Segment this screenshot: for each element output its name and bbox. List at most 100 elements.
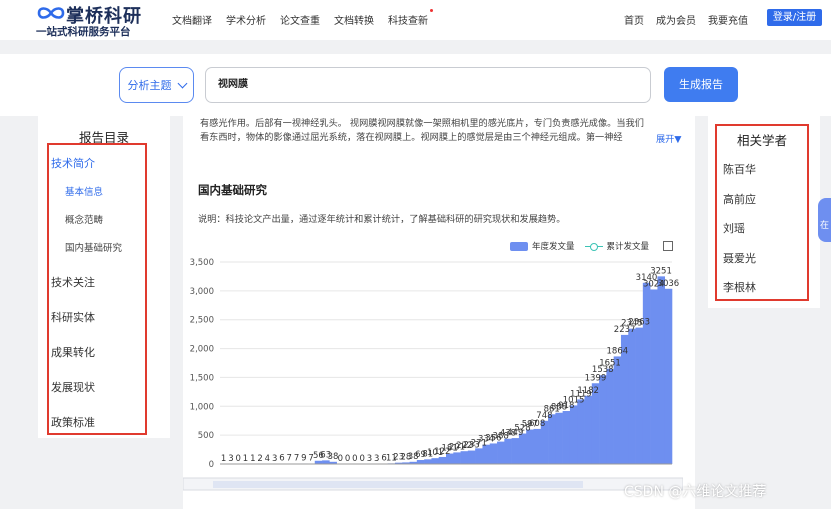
side-float-tab[interactable]: 在 xyxy=(818,198,831,242)
bar xyxy=(489,443,498,464)
publication-bar-chart: 05001,0001,5002,0002,5003,0003,5001 3 0 1 1 2… xyxy=(183,258,683,491)
topic-select[interactable]: 分析主题 xyxy=(119,67,194,103)
bar-value-label: 9 xyxy=(301,453,306,463)
bar xyxy=(526,429,534,464)
search-bar: 分析主题 视网膜 生成报告 xyxy=(0,54,831,116)
scholar-highlight-box xyxy=(715,124,809,301)
nav-novelty-label: 科技查新 xyxy=(388,16,428,27)
y-tick-label: 2,000 xyxy=(190,345,214,355)
section-title: 国内基础研究 xyxy=(198,183,267,197)
bar-value-label: 4 xyxy=(265,454,270,464)
legend-bar-swatch[interactable] xyxy=(510,241,528,251)
generate-report-button[interactable]: 生成报告 xyxy=(664,67,738,102)
scholar-title: 相关学者 xyxy=(736,133,787,148)
toc-item-research-entity[interactable]: 科研实体 xyxy=(51,309,95,325)
legend-line-swatch[interactable] xyxy=(584,242,603,251)
scholar-item[interactable]: 聂爱光 xyxy=(723,250,756,266)
nav-translate[interactable]: 文档翻译 xyxy=(172,12,212,27)
toc-item-transfer[interactable]: 成果转化 xyxy=(51,344,95,360)
toc-item-tech-intro[interactable]: 技术简介 xyxy=(51,155,95,171)
bar xyxy=(628,328,636,464)
bar-value-label: 3251 xyxy=(650,266,672,276)
main-nav: 文档翻译 学术分析 论文查重 文档转换 科技查新 xyxy=(172,9,442,27)
toc-item-status[interactable]: 发展现状 xyxy=(51,379,95,395)
bar-value-label: 3 xyxy=(367,454,372,464)
bar xyxy=(569,405,578,464)
bar xyxy=(657,276,666,464)
toc-item-tech-focus[interactable]: 技术关注 xyxy=(51,274,95,290)
bar xyxy=(606,368,614,464)
scholar-item[interactable]: 高前应 xyxy=(723,191,756,207)
bar xyxy=(504,438,512,464)
bar xyxy=(642,282,651,464)
login-register-button[interactable]: 登录/注册 xyxy=(767,9,822,26)
legend-cumulative[interactable]: 累计发文量 xyxy=(607,240,650,252)
legend-annual[interactable]: 年度发文量 xyxy=(532,240,575,252)
scholar-item[interactable]: 李根林 xyxy=(723,279,756,295)
bar xyxy=(511,438,520,464)
nav-home[interactable]: 首页 xyxy=(624,12,644,27)
toc-sub-concept[interactable]: 概念范畴 xyxy=(65,212,103,226)
scholar-item[interactable]: 陈百华 xyxy=(723,161,756,177)
bar xyxy=(613,356,622,464)
nav-plagiarism-check[interactable]: 论文查重 xyxy=(280,12,320,27)
bar xyxy=(635,327,644,464)
bar-value-label: 0 xyxy=(345,454,350,464)
top-navbar: 掌桥科研 一站式科研服务平台 文档翻译 学术分析 论文查重 文档转换 科技查新 … xyxy=(0,0,831,40)
y-tick-label: 3,000 xyxy=(190,287,214,297)
toc-sub-basic-info[interactable]: 基本信息 xyxy=(65,184,103,198)
toc-sub-domestic-research[interactable]: 国内基础研究 xyxy=(65,240,122,254)
nav-academic-analysis[interactable]: 学术分析 xyxy=(226,12,266,27)
nav-novelty-search[interactable]: 科技查新 xyxy=(388,9,433,27)
nav-doc-convert[interactable]: 文档转换 xyxy=(334,12,374,27)
y-tick-label: 2,500 xyxy=(190,316,214,326)
bar xyxy=(548,414,556,464)
bar-value-label: 7 xyxy=(294,454,299,464)
bar xyxy=(518,433,527,464)
watermark: CSDN @六维论文推荐 xyxy=(624,484,767,500)
bar-value-label: 1 xyxy=(243,454,248,464)
bar-value-label: 0 xyxy=(338,454,343,464)
bar-value-label: 3 xyxy=(228,454,233,464)
nav-membership[interactable]: 成为会员 xyxy=(656,12,696,27)
bar xyxy=(562,411,571,464)
bar-value-label: 1182 xyxy=(577,386,599,396)
y-tick-label: 1,500 xyxy=(190,373,214,383)
user-nav: 首页 成为会员 我要充值 xyxy=(624,12,760,27)
logo-tagline: 一站式科研服务平台 xyxy=(36,26,131,38)
scholar-item[interactable]: 刘瑶 xyxy=(723,220,745,236)
expand-link[interactable]: 展开▼ xyxy=(656,131,681,145)
intro-line-2: 看东西时，物体的影像通过屈光系统，落在视网膜上。视网膜上的感觉层是由三个神经元组… xyxy=(200,132,623,143)
y-tick-label: 0 xyxy=(209,460,214,470)
y-tick-label: 1,000 xyxy=(190,402,214,412)
save-image-icon[interactable] xyxy=(663,241,674,251)
bar-value-label: 1 xyxy=(221,454,226,464)
bar xyxy=(475,448,483,464)
toc-item-policy[interactable]: 政策标准 xyxy=(51,414,95,430)
bar xyxy=(467,450,476,464)
bar-value-label: 1651 xyxy=(599,359,621,369)
bar-value-label: 6 xyxy=(279,454,284,464)
nav-recharge[interactable]: 我要充值 xyxy=(708,12,748,27)
bar xyxy=(460,451,469,464)
bar xyxy=(650,289,658,464)
site-logo[interactable]: 掌桥科研 一站式科研服务平台 xyxy=(36,2,156,38)
bar xyxy=(664,288,673,464)
bar-value-label: 3 xyxy=(272,454,277,464)
y-tick-label: 3,500 xyxy=(190,258,214,268)
bar xyxy=(555,412,563,464)
search-input[interactable]: 视网膜 xyxy=(205,67,651,103)
intro-text: 有感光作用。后部有一视神经乳头。 视网膜视网膜就像一架照相机里的感光底片，专门负… xyxy=(200,117,680,145)
bar-value-label: 1864 xyxy=(607,346,629,356)
bar-value-label: 2363 xyxy=(628,318,650,328)
bar xyxy=(577,399,585,464)
bar xyxy=(453,452,461,464)
bar-value-label: 0 xyxy=(236,454,241,464)
new-dot-icon xyxy=(430,9,433,12)
bar-value-label: 7 xyxy=(287,454,292,464)
bar xyxy=(533,428,542,464)
bar xyxy=(584,395,593,464)
bar xyxy=(599,375,607,464)
bar-value-label: 2 xyxy=(257,454,262,464)
chevron-down-icon xyxy=(177,78,187,88)
